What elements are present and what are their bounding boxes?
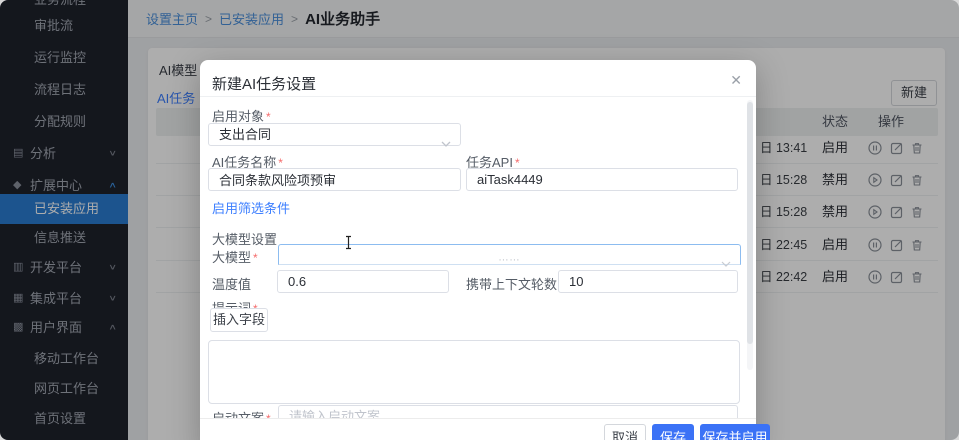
- save-and-enable-button[interactable]: 保存并启用: [700, 424, 770, 440]
- temperature-input[interactable]: [277, 270, 449, 293]
- chevron-down-icon: [441, 132, 451, 153]
- dialog-title: 新建AI任务设置: [212, 73, 316, 94]
- close-icon[interactable]: ✕: [730, 72, 742, 89]
- text-cursor: [344, 235, 353, 250]
- dialog-footer: 取消 保存 保存并启用: [200, 418, 756, 440]
- prompt-textarea[interactable]: [208, 340, 740, 404]
- model-section-label: 大模型设置: [212, 229, 277, 248]
- task-name-input[interactable]: [208, 168, 461, 191]
- cancel-button[interactable]: 取消: [604, 424, 646, 440]
- context-rounds-input[interactable]: [558, 270, 738, 293]
- save-button[interactable]: 保存: [652, 424, 694, 440]
- enable-filter-link[interactable]: 启用筛选条件: [212, 198, 290, 217]
- scrollbar-thumb[interactable]: [747, 102, 753, 344]
- divider: [200, 96, 756, 97]
- dialog-scrollbar: [747, 100, 753, 370]
- task-api-input[interactable]: [466, 168, 738, 191]
- enable-target-select[interactable]: 支出合同: [208, 123, 461, 146]
- model-label: 大模型*: [212, 247, 258, 266]
- context-rounds-label: 携带上下文轮数*: [466, 274, 564, 293]
- new-ai-task-dialog: 新建AI任务设置 ✕ 启用对象* 支出合同 AI任务名称* 任务API* 启用筛…: [200, 60, 756, 440]
- insert-field-button[interactable]: 插入字段: [210, 308, 268, 332]
- model-select-hint: ⋯⋯: [279, 250, 740, 271]
- temperature-label: 温度值: [212, 274, 251, 293]
- enable-target-value: 支出合同: [219, 127, 271, 142]
- app-window: 业务流程 审批流 运行监控 流程日志 分配规则 ▤ 分析 ∨ ◆ 扩展中心 ∧ …: [0, 0, 959, 440]
